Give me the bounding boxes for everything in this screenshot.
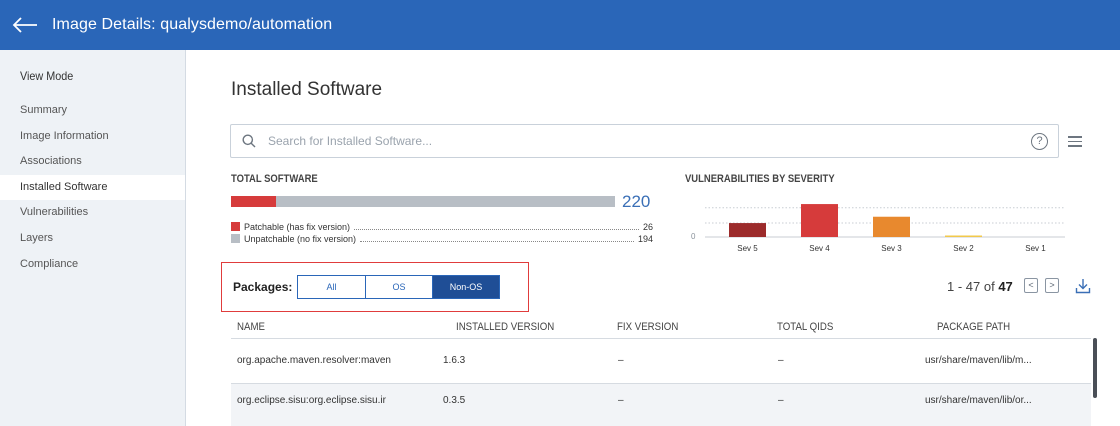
page-title: Installed Software (231, 79, 383, 100)
severity-tick-label: Sev 3 (881, 244, 902, 253)
packages-segmented-control: All OS Non-OS (297, 275, 500, 299)
severity-bar-sev-5[interactable] (729, 223, 766, 237)
total-software-count: 220 (622, 192, 651, 211)
next-page-button[interactable]: > (1045, 278, 1059, 293)
patchable-swatch (231, 222, 240, 231)
pagination-text: 1 - 47 of 47 (947, 279, 1013, 294)
hamburger-menu-icon[interactable] (1068, 136, 1082, 147)
table-scrollbar[interactable] (1093, 338, 1097, 398)
severity-tick-label: Sev 1 (1025, 244, 1046, 253)
unpatchable-value: 194 (637, 233, 653, 244)
sidebar-item-layers[interactable]: Layers (0, 226, 185, 252)
severity-tick-label: Sev 5 (737, 244, 758, 253)
cell-package-path: usr/share/maven/lib/m... (925, 355, 1032, 366)
unpatchable-label: Unpatchable (no fix version) (244, 233, 357, 244)
packages-label: Packages: (233, 280, 293, 294)
severity-tick-label: Sev 2 (953, 244, 974, 253)
search-icon (242, 134, 256, 148)
page-header-title: Image Details: qualysdemo/automation (52, 16, 333, 33)
table-row[interactable]: org.eclipse.sisu:org.eclipse.sisu.ir 0.3… (231, 384, 1091, 426)
column-header-name[interactable]: NAME (237, 321, 265, 333)
total-software-label: TOTAL SOFTWARE (231, 173, 318, 185)
cell-package-path: usr/share/maven/lib/or... (925, 395, 1032, 406)
sidebar-item-image-information[interactable]: Image Information (0, 124, 185, 150)
severity-bar-sev-2[interactable] (945, 235, 982, 238)
column-header-installed-version[interactable]: INSTALLED VERSION (456, 321, 554, 333)
cell-installed-version: 0.3.5 (443, 395, 466, 406)
severity-bar-chart: 0 Sev 5 Sev 4 Sev 3 Sev 2 Sev 1 (691, 204, 1065, 253)
top-bar: Image Details: qualysdemo/automation (0, 0, 1120, 50)
column-header-package-path[interactable]: PACKAGE PATH (937, 321, 1010, 333)
leader-dots (354, 224, 639, 230)
packages-all-button[interactable]: All (298, 276, 366, 298)
unpatchable-swatch (231, 234, 240, 243)
search-bar: ? (230, 124, 1059, 158)
sidebar-item-installed-software[interactable]: Installed Software (0, 174, 185, 201)
cell-fix-version: – (618, 395, 624, 406)
cell-name: org.eclipse.sisu:org.eclipse.sisu.ir (237, 395, 386, 406)
leader-dots (360, 236, 634, 242)
severity-tick-label: Sev 4 (809, 244, 830, 253)
sidebar-item-compliance[interactable]: Compliance (0, 252, 185, 278)
severity-bar-sev-4[interactable] (801, 204, 838, 237)
total-software-bar (231, 196, 615, 207)
severity-bar-sev-3[interactable] (873, 216, 910, 237)
sidebar-heading: View Mode (20, 69, 74, 83)
prev-page-button[interactable]: < (1024, 278, 1038, 293)
patchable-value: 26 (642, 221, 653, 232)
sidebar: View Mode Summary Image Information Asso… (0, 50, 186, 426)
column-header-fix-version[interactable]: FIX VERSION (617, 321, 678, 333)
cell-installed-version: 1.6.3 (443, 355, 466, 366)
cell-name: org.apache.maven.resolver:maven (237, 355, 391, 366)
sidebar-item-summary[interactable]: Summary (0, 98, 185, 124)
cell-fix-version: – (618, 355, 624, 366)
sidebar-item-vulnerabilities[interactable]: Vulnerabilities (0, 200, 185, 226)
severity-axis-zero: 0 (691, 232, 696, 241)
help-icon[interactable]: ? (1031, 133, 1048, 150)
sidebar-nav: Summary Image Information Associations I… (0, 98, 185, 277)
severity-chart-label: VULNERABILITIES BY SEVERITY (685, 173, 835, 185)
legend-patchable: Patchable (has fix version) 26 (231, 221, 653, 232)
patchable-bar-segment (231, 196, 277, 207)
back-arrow-icon[interactable] (12, 16, 38, 34)
packages-os-button[interactable]: OS (366, 276, 433, 298)
search-input[interactable] (268, 134, 968, 148)
pagination-total: 47 (998, 279, 1013, 294)
patchable-label: Patchable (has fix version) (244, 221, 351, 232)
table-row[interactable]: org.apache.maven.resolver:maven 1.6.3 – … (231, 339, 1091, 383)
cell-total-qids: – (778, 355, 784, 366)
legend-unpatchable: Unpatchable (no fix version) 194 (231, 233, 653, 244)
download-icon[interactable] (1075, 278, 1091, 294)
packages-non-os-button[interactable]: Non-OS (433, 276, 499, 298)
cell-total-qids: – (778, 395, 784, 406)
packages-filter: Packages: All OS Non-OS (221, 262, 529, 312)
sidebar-item-associations[interactable]: Associations (0, 149, 185, 175)
column-header-total-qids[interactable]: TOTAL QIDS (777, 321, 833, 333)
pagination-range: 1 - 47 of (947, 279, 995, 294)
